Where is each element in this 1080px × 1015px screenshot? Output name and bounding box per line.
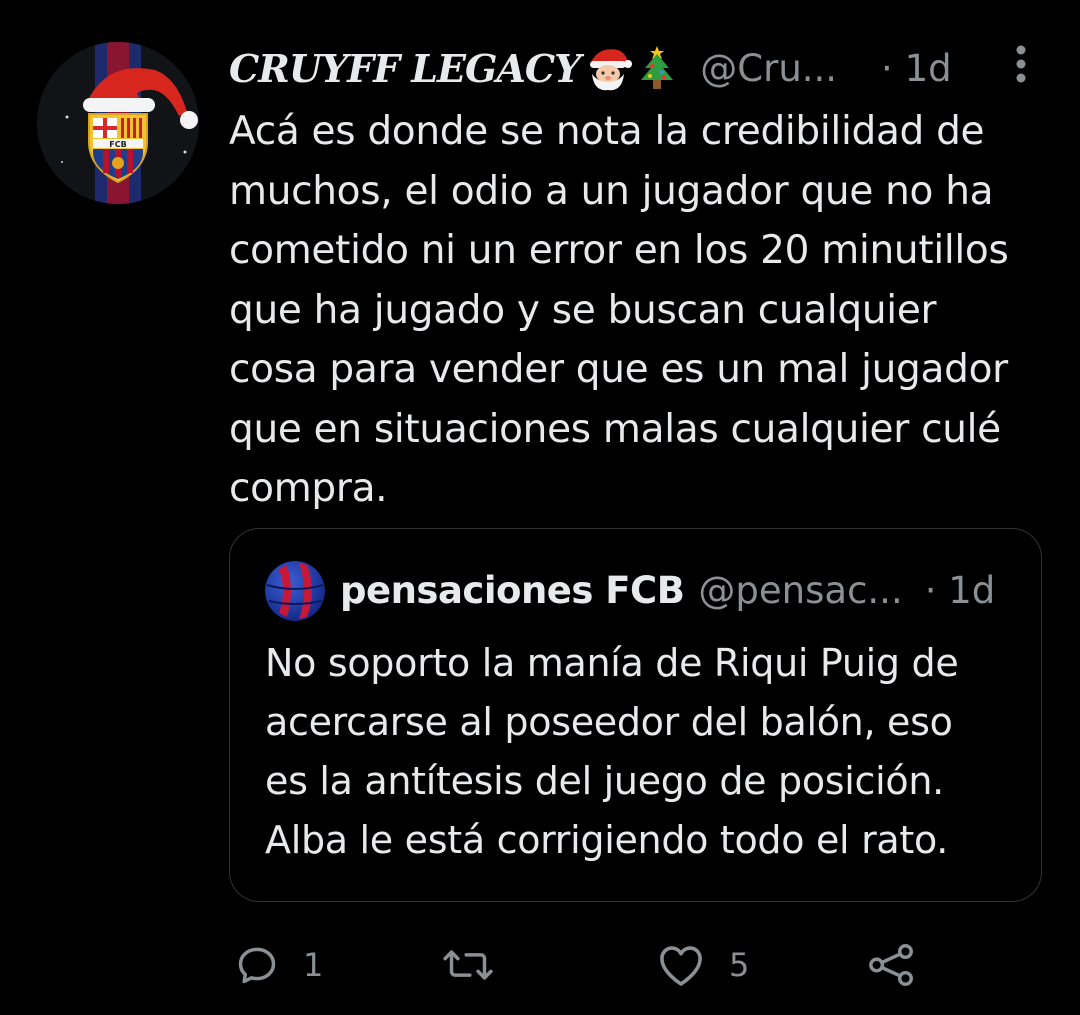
tweet-timestamp[interactable]: · 1d: [881, 47, 952, 90]
tweet-text-line: muchos, el odio a un jugador que no ha: [229, 168, 994, 214]
reply-count: 1: [303, 946, 324, 984]
tweet-text-line: Acá es donde se nota la credibilidad de: [229, 109, 985, 154]
reply-icon: [235, 943, 279, 987]
quoted-tweet-text: No soporto la manía de Riqui Puig de ace…: [265, 634, 1025, 870]
share-icon: [867, 943, 917, 987]
reply-button[interactable]: 1: [235, 940, 323, 990]
quoted-author-display-name[interactable]: pensaciones FCB: [340, 569, 685, 612]
tweet-text-line: compra.: [229, 466, 388, 511]
quoted-text-line: No soporto la manía de Riqui Puig de: [265, 641, 959, 685]
blaugrana-ball-avatar: [265, 561, 325, 621]
quoted-tweet[interactable]: pensaciones FCB @pensac... · 1d No sopor…: [229, 528, 1042, 902]
quoted-text-line: acercarse al poseedor del balón, eso: [265, 700, 953, 744]
author-display-name[interactable]: CRUYFF LEGACY: [229, 46, 581, 91]
quoted-tweet-timestamp[interactable]: · 1d: [925, 569, 996, 612]
tweet-text-line: cosa para vender que es un mal jugador: [229, 347, 1008, 392]
author-avatar[interactable]: FCB: [37, 42, 199, 204]
retweet-icon: [442, 943, 494, 987]
quoted-text-line: Alba le está corrigiendo todo el rato.: [265, 818, 949, 862]
share-button[interactable]: [867, 940, 917, 990]
author-handle[interactable]: @Cru...: [700, 47, 837, 90]
santa-emoji: [584, 44, 633, 92]
quoted-text-line: es la antítesis del juego de posición.: [265, 759, 944, 803]
like-button[interactable]: 5: [657, 940, 749, 990]
christmas-tree-emoji: [636, 44, 678, 92]
tweet-text-line: cometido ni un error en los 20 minutillo…: [229, 228, 1009, 273]
tweet-header: CRUYFF LEGACY @Cru... · 1d: [229, 40, 1049, 96]
quoted-author-handle[interactable]: @pensac...: [698, 569, 902, 612]
tweet[interactable]: FCB CRUYFF LEGACY @Cru... · 1d Acá es do…: [0, 0, 1080, 1015]
svg-text:FCB: FCB: [109, 140, 126, 149]
tweet-text-line: que en situaciones malas cualquier culé: [229, 406, 1001, 452]
retweet-button[interactable]: [442, 940, 518, 990]
quoted-tweet-header: pensaciones FCB @pensac... · 1d: [340, 565, 1030, 615]
fcb-crest-santa-hat-avatar: FCB: [37, 42, 199, 204]
like-count: 5: [729, 946, 750, 984]
more-vertical-icon[interactable]: [1010, 42, 1032, 86]
tweet-text: Acá es donde se nota la credibilidad de …: [229, 102, 1049, 519]
quoted-author-avatar[interactable]: [265, 561, 325, 621]
tweet-text-line: que ha jugado y se buscan cualquier: [229, 287, 937, 333]
heart-icon: [657, 943, 705, 987]
tweet-actions: 1 5: [229, 940, 1049, 990]
